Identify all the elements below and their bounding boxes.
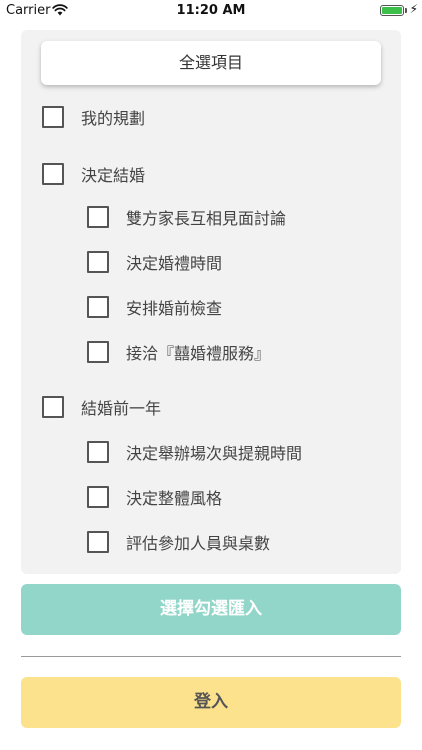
checklist-label: 安排婚前檢查 bbox=[126, 299, 223, 318]
checkbox[interactable] bbox=[42, 106, 64, 128]
checkbox[interactable] bbox=[42, 163, 64, 185]
clock: 11:20 AM bbox=[176, 3, 246, 18]
select-all-button[interactable]: 全選項目 bbox=[41, 41, 381, 85]
battery-icon bbox=[380, 5, 404, 16]
login-button[interactable]: 登入 bbox=[21, 677, 401, 728]
checkbox[interactable] bbox=[87, 296, 109, 318]
checklist-label: 決定整體風格 bbox=[126, 489, 223, 508]
divider bbox=[21, 656, 401, 657]
checkbox[interactable] bbox=[87, 486, 109, 508]
checkbox[interactable] bbox=[87, 251, 109, 273]
checklist-card: 全選項目 我的規劃決定結婚雙方家長互相見面討論 決定婚禮時間 安排婚前檢查接洽『囍婚… bbox=[21, 30, 401, 574]
checklist-label: 決定婚禮時間 bbox=[126, 254, 223, 273]
checklist-item-row[interactable]: 接洽『囍婚禮服務』 bbox=[87, 339, 270, 365]
import-selected-button[interactable]: 選擇勾選匯入 bbox=[21, 584, 401, 635]
checklist-item-row[interactable]: 決定婚禮時間 bbox=[87, 249, 222, 275]
checkbox[interactable] bbox=[87, 441, 109, 463]
checklist-label: 接洽『囍婚禮服務』 bbox=[126, 344, 271, 363]
checklist-section-row[interactable]: 結婚前一年 bbox=[42, 394, 161, 420]
checklist-item-row[interactable]: 決定舉辦場次與提親時間 bbox=[87, 439, 302, 465]
checkbox[interactable] bbox=[87, 531, 109, 553]
checklist-label: 決定舉辦場次與提親時間 bbox=[126, 444, 303, 463]
checkbox[interactable] bbox=[87, 206, 109, 228]
checklist-label: 結婚前一年 bbox=[81, 399, 162, 418]
checklist-item-row[interactable]: 評估參加人員與桌數 bbox=[87, 529, 270, 555]
bolt-icon: ⚡ bbox=[409, 2, 418, 16]
checklist-section-row[interactable]: 決定結婚 bbox=[42, 161, 145, 187]
checklist-section-row[interactable]: 我的規劃 bbox=[42, 104, 145, 130]
checklist-item-row[interactable]: 決定整體風格 bbox=[87, 484, 222, 510]
checklist-label: 我的規劃 bbox=[81, 109, 146, 128]
checklist-label: 雙方家長互相見面討論 bbox=[126, 209, 287, 228]
checklist-item-row[interactable]: 雙方家長互相見面討論 bbox=[87, 204, 286, 230]
checklist-item-row[interactable]: 安排婚前檢查 bbox=[87, 294, 222, 320]
battery-tip bbox=[405, 8, 407, 13]
checkbox[interactable] bbox=[42, 396, 64, 418]
checklist-label: 評估參加人員與桌數 bbox=[126, 534, 271, 553]
checkbox[interactable] bbox=[87, 341, 109, 363]
checklist-label: 決定結婚 bbox=[81, 166, 146, 185]
status-bar: Carrier 11:20 AM ⚡ bbox=[0, 0, 422, 22]
